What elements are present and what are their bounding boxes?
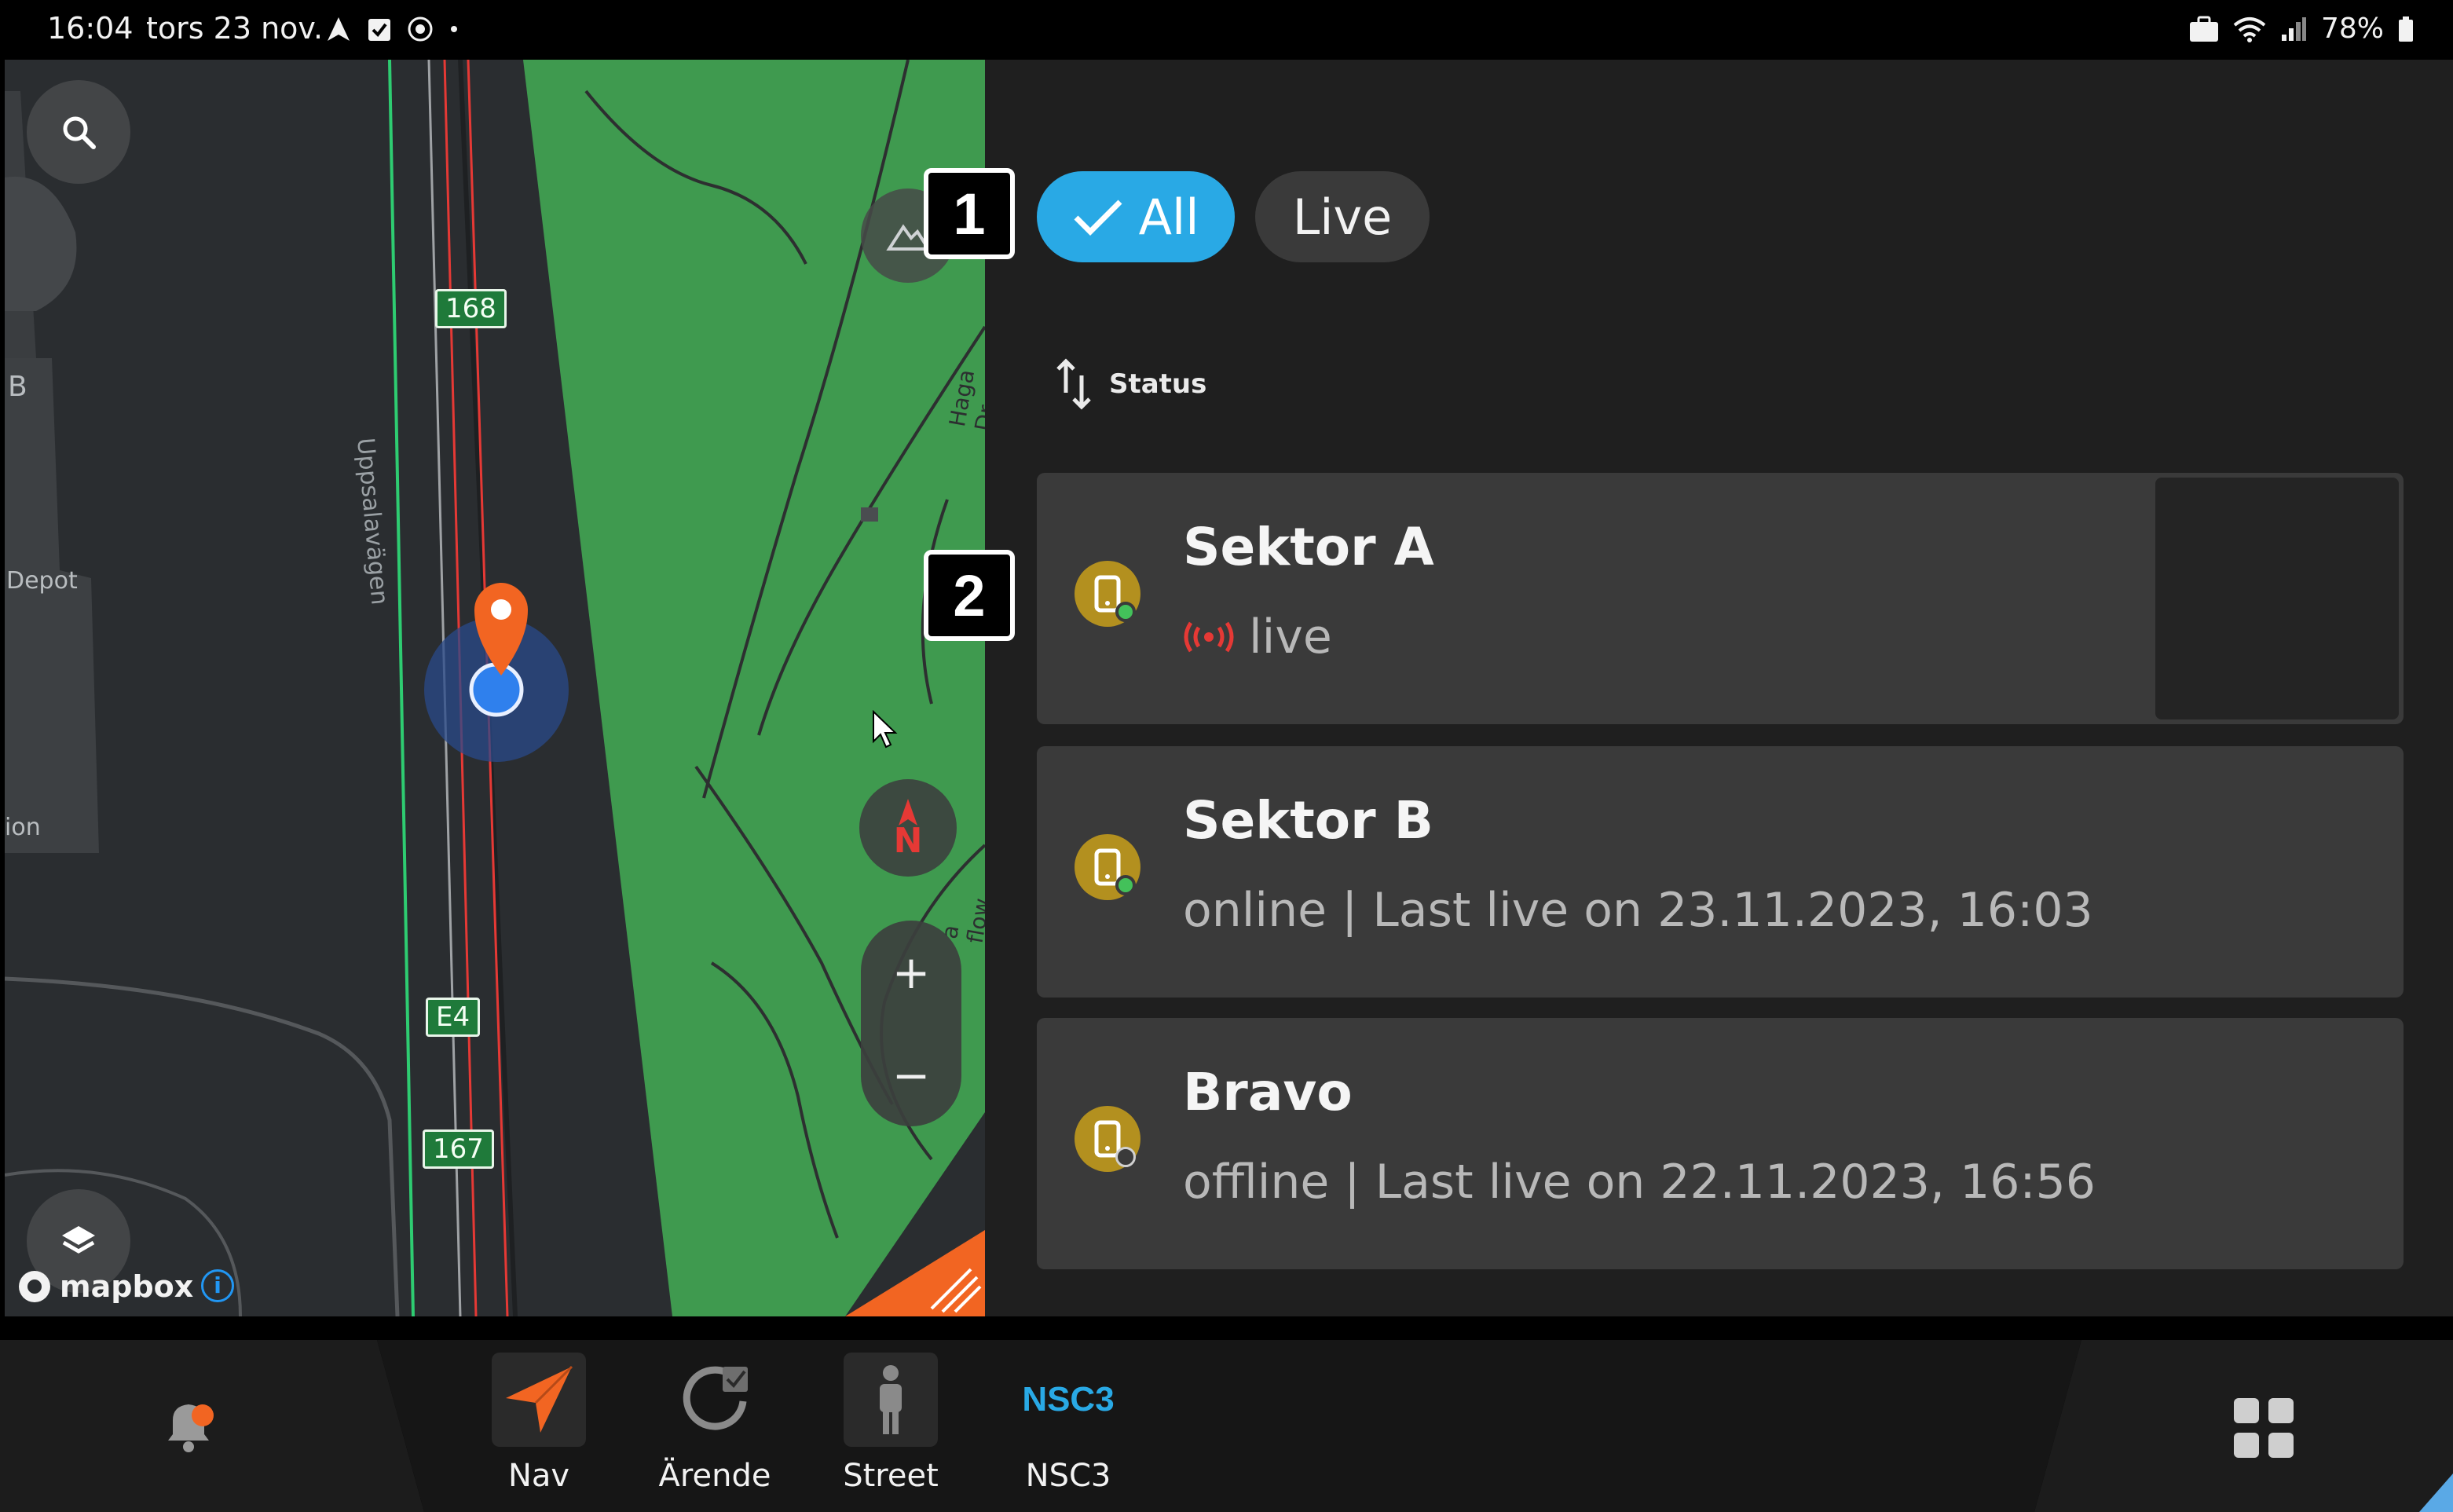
- case-refresh-icon: [668, 1353, 762, 1447]
- filter-chip-all[interactable]: All: [1037, 171, 1235, 262]
- check-icon: [1074, 200, 1122, 236]
- device-list-panel: All Live Status Sektor A live Sektor B o…: [985, 60, 2453, 1316]
- mapbox-attribution: mapbox: [16, 1268, 193, 1305]
- status-offline-dot: [1115, 1147, 1136, 1167]
- map-view[interactable]: 168 E4 167 Uppsalavägen B Depot ion Haga…: [5, 60, 985, 1316]
- zoom-control: + −: [861, 921, 961, 1126]
- grid-icon: [2234, 1398, 2294, 1458]
- nav-item-label: Nav: [507, 1458, 570, 1494]
- notifications-button[interactable]: [157, 1395, 220, 1461]
- device-status: offline | Last live on 22.11.2023, 16:56: [1183, 1155, 2096, 1210]
- battery-icon: [2399, 16, 2413, 42]
- mapbox-text: mapbox: [60, 1269, 194, 1304]
- road-sign-168: 168: [435, 289, 507, 328]
- nav-item-label: NSC3: [1025, 1458, 1111, 1494]
- filter-live-label: Live: [1292, 188, 1393, 246]
- map-label-depot: Depot: [6, 567, 78, 595]
- device-status-text: live: [1249, 610, 1332, 664]
- nav-item-nsc3[interactable]: NSC3 NSC3: [998, 1353, 1139, 1510]
- nsc3-logo-text: NSC3: [1022, 1380, 1115, 1419]
- nav-item-street[interactable]: Street: [820, 1353, 961, 1510]
- device-status: live: [1183, 610, 1332, 664]
- nav-item-label: Ärende: [658, 1458, 771, 1494]
- target-icon: [408, 16, 433, 42]
- map-info-button[interactable]: i: [201, 1269, 234, 1302]
- map-label-b: B: [8, 371, 27, 403]
- device-status-text: online | Last live on 23.11.2023, 16:03: [1183, 883, 2093, 938]
- nav-item-label: Street: [843, 1458, 939, 1494]
- layers-icon: [62, 1226, 95, 1254]
- mouse-cursor-icon: [873, 710, 898, 749]
- road-sign-e4: E4: [426, 998, 481, 1037]
- dot-icon: [451, 26, 457, 32]
- filter-chip-live[interactable]: Live: [1255, 171, 1430, 262]
- nav-item-arende[interactable]: Ärende: [644, 1353, 785, 1510]
- road-sign-167: 167: [423, 1129, 494, 1169]
- sort-arrows-icon: [1056, 358, 1091, 410]
- mapbox-logo-icon: [19, 1271, 50, 1302]
- callout-badge-2: 2: [924, 550, 1015, 641]
- briefcase-icon: [2189, 16, 2218, 42]
- signal-icon: [2281, 16, 2306, 41]
- bottom-navigation: Nav Ärende Street NSC3 NSC3: [0, 1316, 2453, 1512]
- device-status: online | Last live on 23.11.2023, 16:03: [1183, 883, 2093, 938]
- filter-all-label: All: [1138, 188, 1199, 246]
- device-card[interactable]: Sektor A live: [1037, 473, 2404, 724]
- bottom-nav-background: [0, 1316, 2453, 1512]
- device-status-text: offline | Last live on 22.11.2023, 16:56: [1183, 1155, 2096, 1210]
- battery-percentage: 78%: [2320, 13, 2384, 45]
- device-card[interactable]: Sektor B online | Last live on 23.11.202…: [1037, 746, 2404, 998]
- map-compass-button[interactable]: N: [859, 779, 957, 877]
- map-label-ion: ion: [5, 814, 41, 841]
- status-online-dot: [1115, 602, 1136, 622]
- callout-badge-1: 1: [924, 168, 1015, 259]
- status-time: 16:04: [47, 11, 134, 46]
- device-name: Sektor B: [1183, 790, 1433, 851]
- zoom-in-button[interactable]: +: [892, 950, 931, 995]
- sort-label: Status: [1109, 368, 1207, 400]
- zoom-out-button[interactable]: −: [892, 1053, 931, 1098]
- map-corner-indicator: [845, 1230, 985, 1316]
- wifi-icon: [2233, 16, 2266, 42]
- live-broadcast-icon: [1184, 621, 1234, 653]
- nav-item-nav[interactable]: Nav: [468, 1353, 610, 1510]
- map-search-button[interactable]: [27, 80, 130, 184]
- bell-icon: [168, 1404, 214, 1452]
- apps-grid-button[interactable]: [2231, 1395, 2297, 1464]
- task-check-icon: [368, 19, 390, 41]
- status-date: tors 23 nov.: [146, 11, 324, 46]
- device-name: Sektor A: [1183, 517, 1434, 577]
- navigation-status-icon: [328, 17, 350, 41]
- person-icon: [844, 1353, 938, 1447]
- sort-button[interactable]: Status: [1056, 358, 1206, 410]
- device-name: Bravo: [1183, 1062, 1353, 1122]
- map-canvas[interactable]: [5, 60, 985, 1316]
- status-online-dot: [1115, 875, 1136, 895]
- compass-letter: N: [893, 821, 923, 861]
- nsc3-logo-icon: NSC3: [1021, 1353, 1115, 1447]
- navigation-arrow-icon: [492, 1353, 586, 1447]
- device-card-side-area: [2155, 478, 2399, 719]
- device-card[interactable]: Bravo offline | Last live on 22.11.2023,…: [1037, 1018, 2404, 1269]
- search-icon: [63, 116, 96, 149]
- status-bar: 16:04 tors 23 nov. 78%: [0, 0, 2453, 60]
